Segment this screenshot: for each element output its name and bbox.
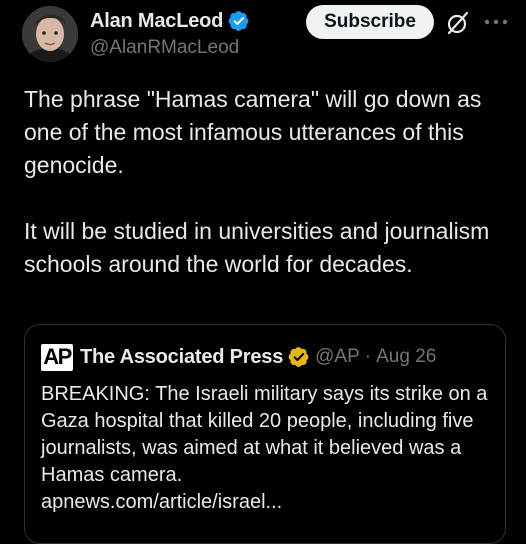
dot-separator: · [364, 346, 372, 367]
quoted-tweet-link[interactable]: apnews.com/article/israel... [41, 489, 493, 516]
author-name[interactable]: Alan MacLeod [90, 10, 223, 33]
quoted-tweet-body: BREAKING: The Israeli military says its … [41, 381, 493, 516]
quoted-tweet-date: Aug 26 [376, 346, 437, 367]
more-dots-icon[interactable] [482, 12, 510, 32]
quoted-tweet-card[interactable]: AP The Associated Press @AP · Aug 26 BRE… [24, 324, 506, 544]
quoted-tweet-text: BREAKING: The Israeli military says its … [41, 383, 488, 486]
ap-logo: AP [41, 343, 73, 371]
tweet-text: The phrase "Hamas camera" will go down a… [24, 86, 490, 277]
quoted-author-handle: @AP [315, 346, 360, 367]
subscribe-button[interactable]: Subscribe [306, 5, 434, 39]
grok-icon[interactable] [445, 10, 471, 36]
verified-badge-icon [228, 11, 249, 31]
author-handle[interactable]: @AlanRMacLeod [90, 37, 250, 59]
author-block: Alan MacLeod @AlanRMacLeod [90, 8, 250, 59]
tweet-header: Alan MacLeod @AlanRMacLeod Subscribe [0, 0, 526, 72]
gold-verified-badge-icon [288, 347, 309, 367]
quoted-author-name: The Associated Press [80, 345, 284, 368]
quoted-tweet-header: AP The Associated Press @AP · Aug 26 [41, 343, 436, 371]
avatar[interactable] [22, 6, 78, 62]
